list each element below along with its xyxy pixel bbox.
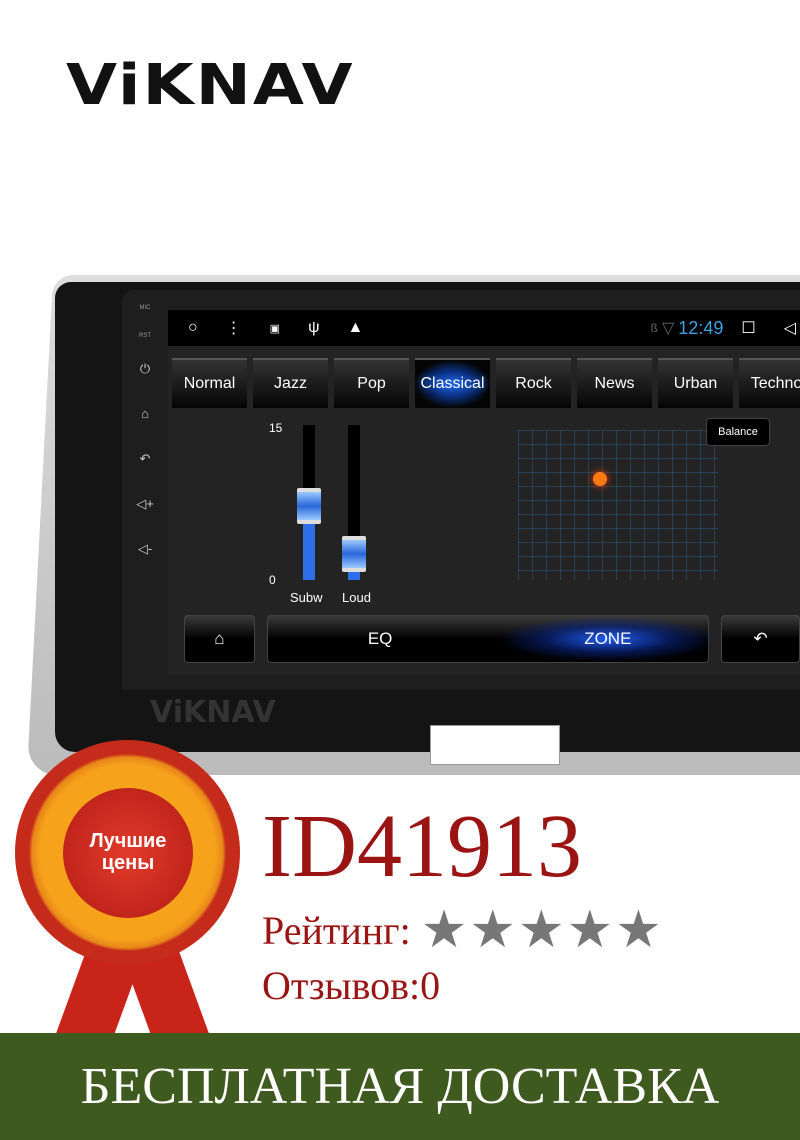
balance-button[interactable]: Balance — [706, 418, 770, 446]
medal-text-1: Лучшие — [89, 830, 167, 852]
subw-slider[interactable] — [297, 425, 321, 580]
eq-presets: Normal Jazz Pop Classical Rock News Urba… — [168, 346, 800, 408]
preset-pop[interactable]: Pop — [334, 358, 409, 408]
preset-news[interactable]: News — [577, 358, 652, 408]
return-icon: ↶ — [753, 629, 768, 648]
preset-classical[interactable]: Classical — [415, 358, 490, 408]
home-button[interactable]: ⌂ — [184, 615, 255, 663]
head-unit-screen: ○ ⋮ ▣ ψ ▲ ß ▽ 12:49 ☐ ◁ Normal Jazz Pop … — [168, 310, 800, 675]
subw-label: Subw — [290, 590, 323, 605]
return-button[interactable]: ↶ — [721, 615, 800, 663]
clock: 12:49 — [678, 317, 724, 338]
side-keys: MIC RST ⏻ ⌂ ↶ ◁+ ◁- — [130, 305, 160, 586]
watermark: ViKNAV — [150, 695, 276, 730]
volume-down-icon[interactable]: ◁- — [130, 541, 160, 586]
slider-min-label: 0 — [269, 573, 276, 587]
bottom-bar: ⌂ EQ ZONE ↶ — [184, 615, 800, 663]
power-icon[interactable]: ⏻ — [130, 361, 160, 406]
free-shipping-banner: БЕСПЛАТНАЯ ДОСТАВКА — [0, 1033, 800, 1140]
loud-label: Loud — [342, 590, 371, 605]
rating-label: Рейтинг: — [262, 907, 411, 953]
back-nav-icon[interactable]: ◁ — [784, 318, 796, 338]
usb-icon: ψ — [308, 319, 320, 336]
image-icon: ▣ — [269, 322, 281, 335]
mic-label: MIC — [139, 305, 151, 311]
volume-up-icon[interactable]: ◁+ — [130, 496, 160, 541]
loud-handle[interactable] — [342, 536, 366, 573]
subw-handle[interactable] — [297, 488, 321, 525]
rst-label: RST — [139, 333, 151, 339]
zone-tab[interactable]: ZONE — [497, 616, 718, 662]
zone-grid[interactable] — [518, 430, 718, 580]
circle-icon[interactable]: ○ — [188, 319, 198, 337]
balance-point[interactable] — [593, 472, 607, 486]
warning-icon: ▲ — [347, 319, 364, 336]
home-icon: ⌂ — [214, 629, 225, 648]
preset-normal[interactable]: Normal — [172, 358, 247, 408]
recent-apps-icon[interactable]: ☐ — [741, 318, 755, 338]
product-id: ID41913 — [262, 797, 582, 896]
device-slot — [430, 725, 560, 765]
back-icon[interactable]: ↶ — [130, 451, 160, 496]
brand-logo: ViKNAV — [66, 52, 355, 118]
rating: Рейтинг: ★★★★★ — [262, 900, 664, 960]
eq-tab[interactable]: EQ — [368, 629, 393, 649]
wifi-icon: ▽ — [661, 320, 675, 337]
bluetooth-icon: ß — [650, 321, 658, 335]
eq-zone-toggle: EQ ZONE — [266, 615, 718, 663]
rating-stars: ★★★★★ — [420, 902, 664, 959]
preset-urban[interactable]: Urban — [658, 358, 733, 408]
best-price-medal: Лучшие цены — [15, 740, 240, 965]
preset-jazz[interactable]: Jazz — [253, 358, 328, 408]
home-icon[interactable]: ⌂ — [130, 406, 160, 451]
reviews-count: Отзывов:0 — [262, 963, 441, 1008]
loud-slider[interactable] — [342, 425, 366, 580]
slider-max-label: 15 — [269, 421, 283, 435]
menu-dots-icon[interactable]: ⋮ — [226, 318, 242, 338]
status-bar: ○ ⋮ ▣ ψ ▲ ß ▽ 12:49 ☐ ◁ — [168, 310, 800, 346]
preset-techno[interactable]: Techno — [739, 358, 800, 408]
medal-text-2: цены — [101, 852, 155, 874]
preset-rock[interactable]: Rock — [496, 358, 571, 408]
